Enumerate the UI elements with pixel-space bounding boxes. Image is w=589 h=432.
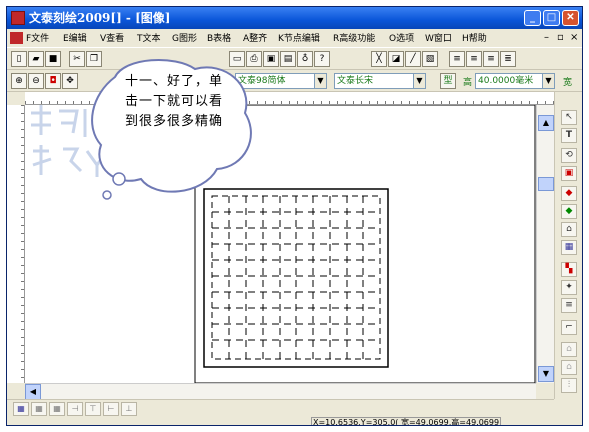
zoom-out-icon[interactable]: ⊖ xyxy=(28,73,44,89)
menu-options[interactable]: O选项 xyxy=(389,32,414,46)
cut-icon[interactable]: ✂ xyxy=(69,51,85,67)
type-icon[interactable]: 型 xyxy=(440,73,456,89)
app-icon xyxy=(11,11,25,25)
menu-advanced[interactable]: R高级功能 xyxy=(333,32,375,46)
list-tool-icon[interactable]: ≡ xyxy=(561,298,577,313)
rectangle-tool-icon[interactable]: ▣ xyxy=(561,166,577,181)
menu-file[interactable]: F文件 xyxy=(26,32,49,46)
vertical-ruler xyxy=(7,105,25,383)
status-bar: X=10.6536,Y=305.0( 宽=49.0699,高=49.0699 xyxy=(7,417,582,426)
disabled-tool2-icon: ⌂ xyxy=(561,360,577,375)
vertical-scrollbar[interactable]: ▲ ▼ xyxy=(536,105,554,383)
app-window: 文泰刻绘2009[] - [图像] _ □ ✕ F文件 E编辑 V查看 T文本 … xyxy=(6,6,583,426)
tooltip-bubble-text: 十一、好了，单 击一下就可以看 到很多很多精确 xyxy=(114,72,234,132)
zoom-box-icon[interactable]: ◘ xyxy=(45,73,61,89)
tree-icon[interactable]: ⊤ xyxy=(85,402,101,416)
height-combo[interactable]: 40.0000毫米 ▼ xyxy=(475,73,555,89)
image-icon[interactable]: ▧ xyxy=(422,51,438,67)
title-bar[interactable]: 文泰刻绘2009[] - [图像] _ □ ✕ xyxy=(7,7,582,29)
pan-icon[interactable]: ✥ xyxy=(62,73,78,89)
table-icon[interactable]: ▤ xyxy=(280,51,296,67)
chevron-down-icon[interactable]: ▼ xyxy=(542,74,554,88)
menu-text[interactable]: T文本 xyxy=(137,32,161,46)
mdi-restore-icon[interactable]: ▫ xyxy=(557,32,564,43)
menu-align[interactable]: A整齐 xyxy=(243,32,267,46)
bottom-toolbar: ▦ ▦ ▦ ⊣ ⊤ ⊢ ⊥ xyxy=(7,399,554,417)
align-tool-icon[interactable]: ⫶ xyxy=(561,378,577,393)
horizontal-scrollbar[interactable]: ◀ xyxy=(25,383,536,400)
document-icon xyxy=(10,32,23,44)
menu-bar: F文件 E编辑 V查看 T文本 G图形 B表格 A整齐 K节点编辑 R高级功能 … xyxy=(7,29,582,48)
save-icon[interactable]: ■ xyxy=(45,51,61,67)
window-title: 文泰刻绘2009[] - [图像] xyxy=(29,11,171,25)
diagonal-box-icon[interactable]: ◪ xyxy=(388,51,404,67)
bubble-line-2: 击一下就可以看 xyxy=(124,94,223,109)
menu-help[interactable]: H帮助 xyxy=(462,32,487,46)
height-value: 40.0000毫米 xyxy=(478,76,534,86)
mdi-close-icon[interactable]: × xyxy=(570,32,578,43)
branch-icon[interactable]: ⊢ xyxy=(103,402,119,416)
close-button[interactable]: ✕ xyxy=(562,10,579,26)
coordinate-readout: X=10.6536,Y=305.0( 宽=49.0699,高=49.0699 xyxy=(311,417,502,426)
fork-icon[interactable]: ⊥ xyxy=(121,402,137,416)
font2-combo[interactable]: 文泰长宋 ▼ xyxy=(334,73,426,89)
color-tool-icon[interactable]: ◆ xyxy=(561,204,577,219)
bubble-line-3: 到很多很多精确 xyxy=(124,114,223,129)
grid3-icon[interactable]: ▦ xyxy=(49,402,65,416)
shape-tool-icon[interactable]: ⌂ xyxy=(561,222,577,237)
diagonal-icon[interactable]: ╳ xyxy=(371,51,387,67)
menu-window[interactable]: W窗口 xyxy=(425,32,452,46)
zoom-in-icon[interactable]: ⊕ xyxy=(11,73,27,89)
right-toolbox: ↖ T ⟲ ▣ ◆ ◆ ⌂ ▦ ▚ ✦ ≡ ⌐ ⌂ ⌂ ⫶ xyxy=(554,92,582,399)
align-right-icon[interactable]: ≡ xyxy=(483,51,499,67)
bubble-line-1: 十一、好了，单 xyxy=(124,74,223,89)
fill-tool-icon[interactable]: ◆ xyxy=(561,186,577,201)
scroll-down-icon[interactable]: ▼ xyxy=(538,366,554,382)
height-label: 高 xyxy=(463,78,473,88)
minimize-button[interactable]: _ xyxy=(524,10,541,26)
menu-view[interactable]: V查看 xyxy=(100,32,124,46)
grid-view-icon[interactable]: ▦ xyxy=(13,402,29,416)
mdi-minimize-icon[interactable]: – xyxy=(544,32,549,43)
disabled-tool-icon: ⌂ xyxy=(561,342,577,357)
crop-tool-icon[interactable]: ⌐ xyxy=(561,320,577,335)
slash-icon[interactable]: ╱ xyxy=(405,51,421,67)
menu-table[interactable]: B表格 xyxy=(207,32,231,46)
maximize-button[interactable]: □ xyxy=(543,10,560,26)
palette-icon[interactable]: ▚ xyxy=(561,262,577,277)
pointer-icon[interactable]: ↖ xyxy=(561,110,577,125)
new-file-icon[interactable]: ▯ xyxy=(11,51,27,67)
scroll-left-icon[interactable]: ◀ xyxy=(25,384,41,400)
width-label: 宽 xyxy=(563,78,573,88)
justify-icon[interactable]: ≣ xyxy=(500,51,516,67)
font2-combo-value: 文泰长宋 xyxy=(337,76,374,86)
chevron-down-icon[interactable]: ▼ xyxy=(314,74,326,88)
scroll-thumb[interactable] xyxy=(538,177,554,191)
bulb-icon[interactable]: ♁ xyxy=(297,51,313,67)
menu-edit[interactable]: E编辑 xyxy=(63,32,87,46)
help-icon[interactable]: ? xyxy=(314,51,330,67)
knife-tool-icon[interactable]: ✦ xyxy=(561,280,577,295)
scroll-up-icon[interactable]: ▲ xyxy=(538,115,554,131)
split-icon[interactable]: ⊣ xyxy=(67,402,83,416)
open-file-icon[interactable]: ▰ xyxy=(28,51,44,67)
node-tool-icon[interactable]: ⟲ xyxy=(561,148,577,163)
align-left-icon[interactable]: ≡ xyxy=(449,51,465,67)
chevron-down-icon[interactable]: ▼ xyxy=(413,74,425,88)
preview-icon[interactable]: ▣ xyxy=(263,51,279,67)
table-tool-icon[interactable]: ▦ xyxy=(561,240,577,255)
align-center-icon[interactable]: ≡ xyxy=(466,51,482,67)
grid2-icon[interactable]: ▦ xyxy=(31,402,47,416)
text-tool-icon[interactable]: T xyxy=(561,128,577,143)
menu-graphic[interactable]: G图形 xyxy=(172,32,197,46)
menu-node-edit[interactable]: K节点编辑 xyxy=(278,32,320,46)
